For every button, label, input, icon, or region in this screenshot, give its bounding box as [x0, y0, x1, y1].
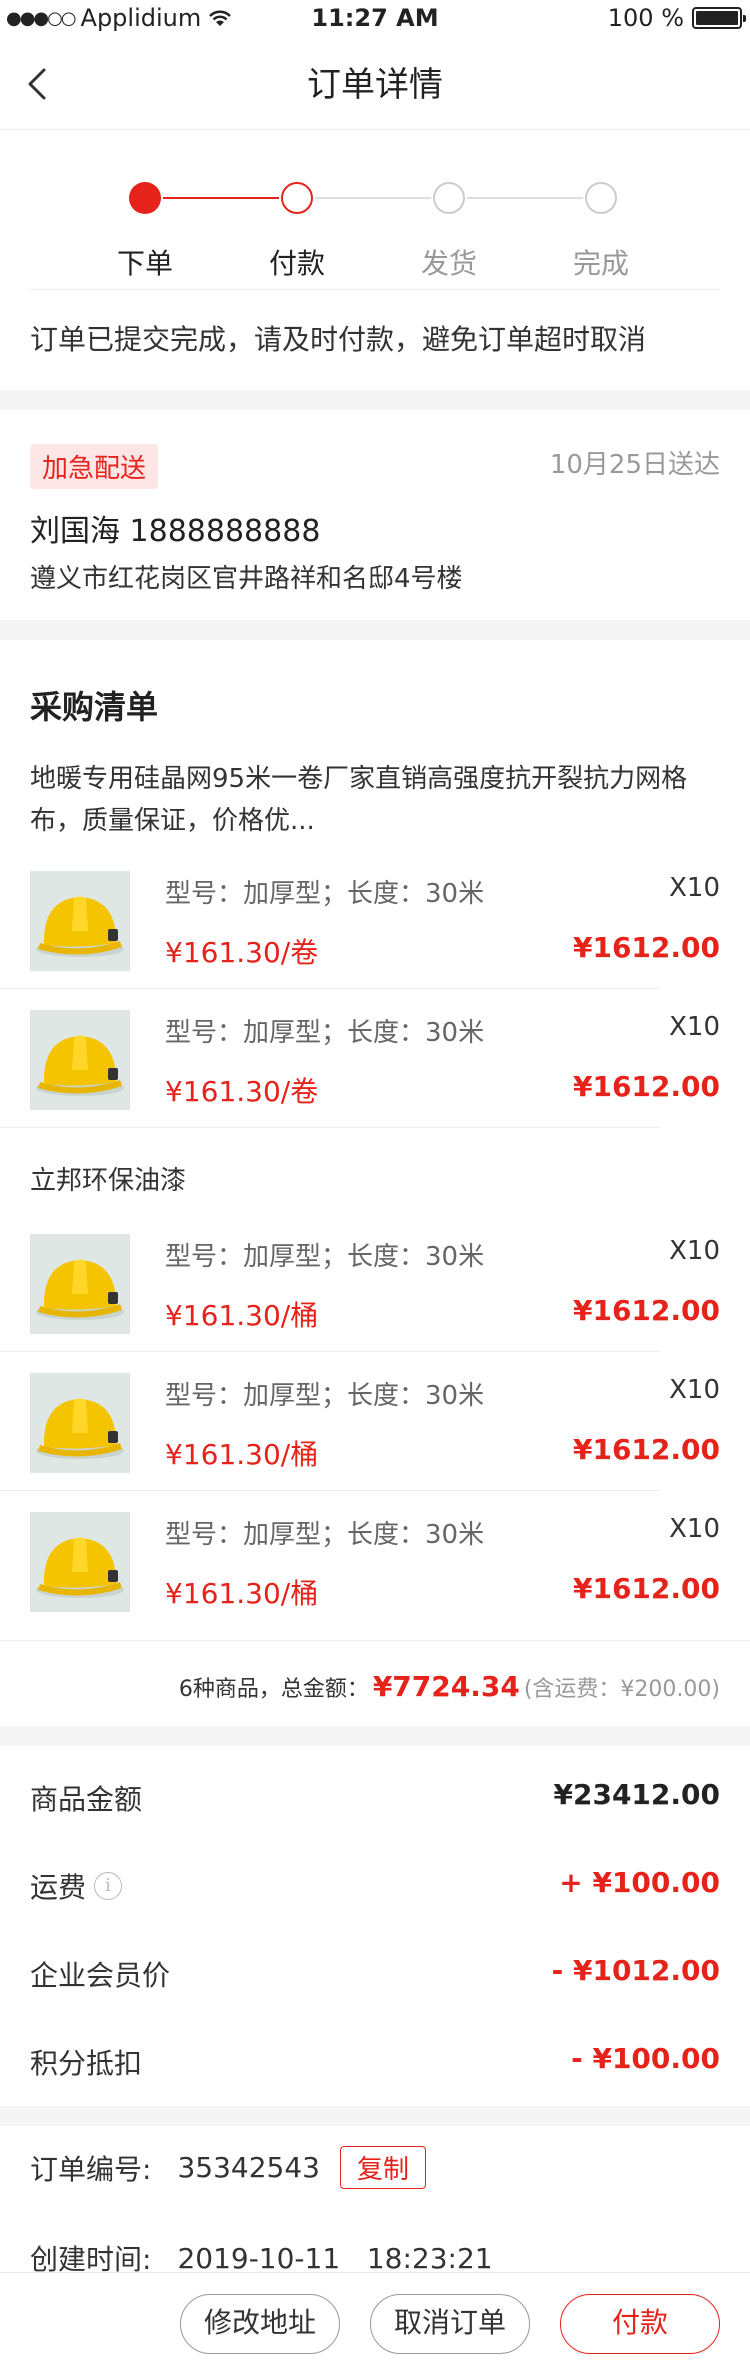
urgent-delivery-badge: 加急配送	[30, 444, 159, 489]
recipient-name-phone: 刘国海 1888888888	[30, 514, 321, 549]
step-indicator	[129, 182, 161, 214]
fee-label: 企业会员价	[30, 1959, 171, 1992]
product-image	[30, 1373, 130, 1473]
item-spec: 型号：加厚型；长度：30米	[165, 1520, 485, 1550]
item-quantity: X10	[669, 1514, 720, 1544]
product-image	[30, 871, 130, 971]
nav-bar: 订单详情	[0, 40, 750, 130]
item-quantity: X10	[669, 1236, 720, 1266]
order-status-card: 下单 付款 发货 完成 订单已提交完成，请及时付款，避免订单超时取消	[0, 130, 750, 390]
list-item[interactable]: 型号：加厚型；长度：30米 X10 ¥161.30/桶 ¥1612.00	[0, 1353, 750, 1491]
fee-row-points: 积分抵扣 - ¥100.00	[30, 2032, 720, 2092]
fee-value: + ¥100.00	[559, 1866, 720, 1899]
info-icon[interactable]: i	[94, 1872, 123, 1900]
battery-icon	[692, 7, 746, 29]
product-group-title[interactable]: 地暖专用硅晶网95米一卷厂家直销高强度抗开裂抗力网格布，质量保证，价格优...	[30, 758, 720, 842]
step-connector	[315, 197, 431, 199]
item-spec: 型号：加厚型；长度：30米	[165, 1381, 485, 1411]
step-label: 下单	[116, 247, 173, 280]
item-quantity: X10	[669, 873, 720, 903]
delivery-address: 遵义市红花岗区官井路祥和名邸4号楼	[30, 564, 463, 594]
item-total-price: ¥1612.00	[572, 1572, 720, 1605]
step-indicator	[585, 182, 617, 214]
helmet-icon	[30, 1010, 130, 1110]
step-indicator	[433, 182, 465, 214]
item-total-price: ¥1612.00	[572, 1294, 720, 1327]
page-title: 订单详情	[307, 65, 443, 105]
payment-tip: 订单已提交完成，请及时付款，避免订单超时取消	[30, 323, 647, 356]
summary-count: 6种商品，总金额：	[178, 1677, 369, 1702]
fee-value: - ¥100.00	[571, 2042, 720, 2075]
product-image	[30, 1234, 130, 1334]
delivery-date: 10月25日送达	[549, 450, 720, 480]
created-time: 2019-10-11 18:23:21	[177, 2241, 493, 2275]
purchase-list: 采购清单 地暖专用硅晶网95米一卷厂家直销高强度抗开裂抗力网格布，质量保证，价格…	[0, 640, 750, 1726]
copy-button[interactable]: 复制	[339, 2146, 426, 2189]
fee-row-shipping: 运费 i + ¥100.00	[30, 1856, 720, 1916]
item-spec: 型号：加厚型；长度：30米	[165, 1242, 485, 1272]
fee-value: ¥23412.00	[553, 1778, 721, 1811]
item-total-price: ¥1612.00	[572, 1070, 720, 1103]
product-group-title[interactable]: 立邦环保油漆	[30, 1160, 720, 1202]
summary-shipping: (含运费：¥200.00)	[523, 1677, 720, 1702]
helmet-icon	[30, 871, 130, 971]
item-unit-price: ¥161.30/卷	[165, 936, 319, 969]
modify-address-button[interactable]: 修改地址	[180, 2294, 340, 2354]
fee-row-goods: 商品金额 ¥23412.00	[30, 1768, 720, 1828]
fee-label: 运费	[30, 1871, 87, 1904]
item-unit-price: ¥161.30/桶	[165, 1577, 319, 1610]
order-summary: 6种商品，总金额： ¥7724.34 (含运费：¥200.00)	[179, 1670, 720, 1703]
status-bar: ●●●○○ Applidium 11:27 AM 100 %	[0, 0, 750, 40]
cancel-order-button[interactable]: 取消订单	[370, 2294, 530, 2354]
list-item[interactable]: 型号：加厚型；长度：30米 X10 ¥161.30/卷 ¥1612.00	[0, 851, 750, 989]
helmet-icon	[30, 1234, 130, 1334]
list-item[interactable]: 型号：加厚型；长度：30米 X10 ¥161.30/桶 ¥1612.00	[0, 1214, 750, 1352]
item-spec: 型号：加厚型；长度：30米	[165, 1018, 485, 1048]
summary-amount: ¥7724.34	[372, 1670, 520, 1703]
step-connector	[467, 197, 583, 199]
step-label: 发货	[420, 247, 477, 280]
fee-breakdown: 商品金额 ¥23412.00 运费 i + ¥100.00 企业会员价 - ¥1…	[0, 1746, 750, 2106]
pay-button[interactable]: 付款	[560, 2294, 720, 2354]
back-arrow-icon[interactable]	[22, 66, 58, 102]
list-item[interactable]: 型号：加厚型；长度：30米 X10 ¥161.30/桶 ¥1612.00	[0, 1492, 750, 1630]
step-label: 完成	[572, 247, 629, 280]
helmet-icon	[30, 1512, 130, 1612]
order-number-label: 订单编号:	[30, 2152, 152, 2186]
step-connector	[163, 197, 279, 199]
list-item[interactable]: 型号：加厚型；长度：30米 X10 ¥161.30/卷 ¥1612.00	[0, 990, 750, 1128]
item-total-price: ¥1612.00	[572, 931, 720, 964]
step-indicator	[281, 182, 313, 214]
battery-percent: 100 %	[607, 4, 684, 32]
delivery-card[interactable]: 加急配送 10月25日送达 刘国海 1888888888 遵义市红花岗区官井路祥…	[0, 410, 750, 620]
helmet-icon	[30, 1373, 130, 1473]
product-image	[30, 1512, 130, 1612]
item-unit-price: ¥161.30/卷	[165, 1075, 319, 1108]
item-spec: 型号：加厚型；长度：30米	[165, 879, 485, 909]
item-unit-price: ¥161.30/桶	[165, 1438, 319, 1471]
order-number-row: 订单编号: 35342543 复制	[30, 2146, 426, 2189]
item-total-price: ¥1612.00	[572, 1433, 720, 1466]
item-unit-price: ¥161.30/桶	[165, 1299, 319, 1332]
order-progress: 下单 付款 发货 完成	[0, 130, 750, 290]
purchase-list-title: 采购清单	[30, 688, 159, 726]
step-label: 付款	[268, 247, 325, 280]
fee-label: 商品金额	[30, 1783, 143, 1816]
item-quantity: X10	[669, 1375, 720, 1405]
fee-label: 积分抵扣	[30, 2047, 143, 2080]
bottom-action-bar: 修改地址 取消订单 付款	[0, 2272, 750, 2372]
order-number: 35342543	[177, 2151, 320, 2184]
fee-value: - ¥1012.00	[551, 1954, 720, 1987]
fee-row-member: 企业会员价 - ¥1012.00	[30, 1944, 720, 2004]
product-image	[30, 1010, 130, 1110]
item-quantity: X10	[669, 1012, 720, 1042]
